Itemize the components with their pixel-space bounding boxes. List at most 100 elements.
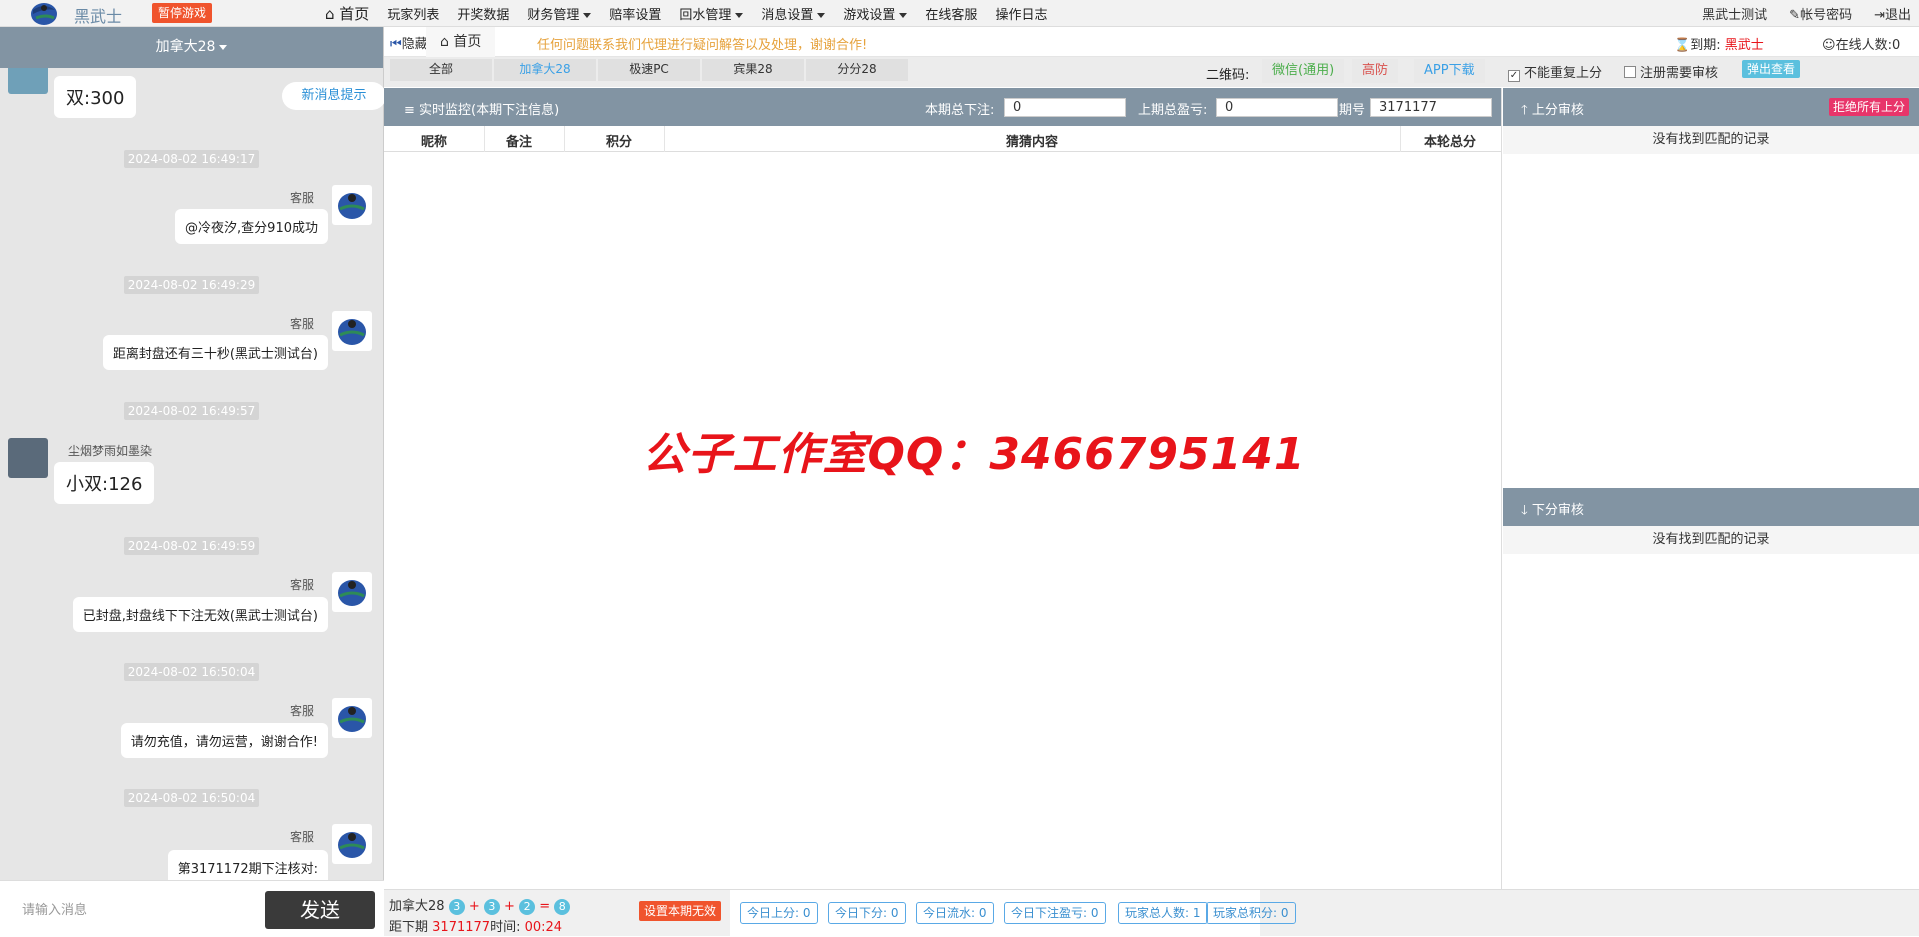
subtab-fenfen28[interactable]: 分分28 — [806, 59, 908, 81]
nav-odds-settings[interactable]: 赔率设置 — [600, 4, 670, 23]
message-sender: 客服 — [289, 191, 314, 205]
expire-info: ⌛到期: 黑武士 — [1674, 38, 1764, 53]
game-subtabs: 全部 加拿大28 极速PC 宾果28 分分28 二维码: 微信(通用) 高防 A… — [384, 57, 1919, 87]
new-message-tip-button[interactable]: 新消息提示 — [282, 82, 384, 110]
down-review-header: 🡓 下分审核 — [1503, 488, 1919, 526]
high-defense-button[interactable]: 高防 — [1352, 59, 1399, 83]
subtab-canada28[interactable]: 加拿大28 — [494, 59, 596, 81]
chat-message: 双:300 — [54, 76, 137, 118]
edit-icon: ✎ — [1789, 8, 1801, 23]
message-timestamp: 2024-08-02 16:49:59 — [124, 537, 259, 555]
tab-bar: ⏮隐藏 ⌂ 首页 任何问题联系我们代理进行疑问解答以及处理，谢谢合作! ⌛到期:… — [384, 27, 1919, 57]
brand-name: 黑武士 — [74, 7, 123, 26]
brand-logo — [28, 0, 60, 26]
avatar — [332, 311, 372, 351]
stat-today-profit[interactable]: 今日下注盈亏: 0 — [1004, 902, 1106, 924]
avatar — [8, 438, 48, 478]
arrow-up-icon: 🡑 — [1521, 103, 1532, 118]
nav-message-settings[interactable]: 消息设置 — [752, 4, 834, 23]
message-timestamp: 2024-08-02 16:49:57 — [124, 402, 259, 420]
game-selector[interactable]: 加拿大28 — [0, 27, 383, 68]
stat-total-points[interactable]: 玩家总积分: 0 — [1206, 902, 1296, 924]
chat-messages[interactable]: 双:300 新消息提示 2024-08-02 16:49:17 客服 @冷夜汐,… — [0, 68, 384, 880]
monitor-title: ≡ 实时监控(本期下注信息) — [404, 103, 560, 118]
avatar — [332, 572, 372, 612]
col-round-total[interactable]: 本轮总分 — [1402, 131, 1498, 150]
current-user[interactable]: 黑武士测试 — [1702, 4, 1767, 23]
send-button[interactable]: 发送 — [265, 891, 375, 929]
daily-stats: 今日上分: 0 今日下分: 0 今日流水: 0 今日下注盈亏: 0 玩家总人数:… — [730, 890, 1296, 937]
user-icon: ☺ — [1822, 38, 1836, 53]
col-nickname[interactable]: 昵称 — [414, 131, 454, 150]
avatar — [8, 68, 48, 94]
bet-table-header: 昵称 备注 积分 猜猜内容 本轮总分 — [384, 126, 1501, 152]
nav-online-service[interactable]: 在线客服 — [916, 4, 986, 23]
wechat-qr-button[interactable]: 微信(通用) — [1262, 59, 1345, 83]
down-review-empty: 没有找到匹配的记录 — [1503, 526, 1919, 554]
chat-panel: 加拿大28 双:300 新消息提示 2024-08-02 16:49:17 客服… — [0, 27, 384, 936]
arrow-down-icon: 🡓 — [1521, 503, 1532, 518]
set-period-invalid-button[interactable]: 设置本期无效 — [639, 901, 722, 921]
pause-game-button[interactable]: 暂停游戏 — [152, 3, 213, 23]
message-sender: 客服 — [289, 317, 314, 331]
stat-today-flow[interactable]: 今日流水: 0 — [916, 902, 994, 924]
nav-operation-log[interactable]: 操作日志 — [986, 4, 1056, 23]
message-sender: 客服 — [289, 830, 314, 844]
account-password-link[interactable]: ✎帐号密码 — [1789, 4, 1852, 23]
caret-down-icon — [219, 44, 228, 50]
total-bet-field[interactable]: 0 — [1004, 98, 1126, 117]
nav-lottery-data[interactable]: 开奖数据 — [448, 4, 518, 23]
logout-link[interactable]: ⇥退出 — [1874, 4, 1911, 23]
avatar — [332, 698, 372, 738]
nav-game-settings[interactable]: 游戏设置 — [834, 4, 916, 23]
stat-today-up[interactable]: 今日上分: 0 — [740, 902, 818, 924]
chat-message: 第3171172期下注核对: — [167, 850, 328, 880]
message-input[interactable]: 请输入消息 — [22, 899, 87, 918]
stat-today-down[interactable]: 今日下分: 0 — [828, 902, 906, 924]
message-timestamp: 2024-08-02 16:50:04 — [124, 789, 259, 807]
avatar — [332, 824, 372, 864]
monitor-panel: ≡ 实时监控(本期下注信息) 本期总下注: 0 上期总盈亏: 0 期号 3171… — [384, 88, 1502, 889]
no-repeat-checkbox[interactable]: ✓ 不能重复上分 — [1508, 62, 1602, 82]
message-input-row: 请输入消息 发送 — [0, 880, 384, 936]
subtab-all[interactable]: 全部 — [390, 59, 492, 81]
nav-rebate[interactable]: 回水管理 — [670, 4, 752, 23]
main-nav: ⌂ 首页 玩家列表 开奖数据 财务管理 赔率设置 回水管理 消息设置 游戏设置 … — [316, 0, 1056, 27]
message-timestamp: 2024-08-02 16:49:29 — [124, 276, 259, 294]
reject-all-button[interactable]: 拒绝所有上分 — [1828, 98, 1909, 116]
hide-sidebar-button[interactable]: ⏮隐藏 — [390, 33, 428, 52]
notice-text: 任何问题联系我们代理进行疑问解答以及处理，谢谢合作! — [537, 38, 868, 53]
qr-label: 二维码: — [1206, 68, 1250, 83]
col-remark[interactable]: 备注 — [494, 131, 544, 150]
app-download-button[interactable]: APP下载 — [1414, 59, 1485, 83]
monitor-header: ≡ 实时监控(本期下注信息) 本期总下注: 0 上期总盈亏: 0 期号 3171… — [384, 88, 1501, 126]
hourglass-icon: ⌛ — [1674, 38, 1691, 53]
chat-message: 已封盘,封盘线下下注无效(黑武士测试台) — [72, 597, 328, 632]
chat-message: 请勿充值，请勿运营，谢谢合作! — [120, 723, 328, 758]
nav-home[interactable]: ⌂ 首页 — [316, 3, 378, 24]
stat-total-players[interactable]: 玩家总人数: 1 — [1118, 902, 1208, 924]
collapse-icon: ⏮ — [390, 37, 402, 52]
nav-player-list[interactable]: 玩家列表 — [378, 4, 448, 23]
review-panel: 🡑 上分审核 拒绝所有上分 没有找到匹配的记录 🡓 下分审核 没有找到匹配的记录 — [1503, 88, 1919, 876]
online-count: ☺在线人数:0 — [1822, 38, 1901, 53]
last-profit-field[interactable]: 0 — [1216, 98, 1338, 117]
caret-down-icon — [583, 13, 592, 18]
tab-home[interactable]: ⌂ 首页 — [426, 27, 496, 57]
period-field[interactable]: 3171177 — [1370, 98, 1492, 117]
chat-message: 距离封盘还有三十秒(黑武士测试台) — [102, 335, 328, 370]
main-area: ⏮隐藏 ⌂ 首页 任何问题联系我们代理进行疑问解答以及处理，谢谢合作! ⌛到期:… — [384, 27, 1919, 937]
col-points[interactable]: 积分 — [574, 131, 664, 150]
home-icon: ⌂ — [325, 5, 340, 23]
top-bar: 黑武士 暂停游戏 ⌂ 首页 玩家列表 开奖数据 财务管理 赔率设置 回水管理 消… — [0, 0, 1919, 27]
message-timestamp: 2024-08-02 16:49:17 — [124, 150, 259, 168]
caret-down-icon — [735, 13, 744, 18]
col-bet-content[interactable]: 猜猜内容 — [664, 131, 1400, 150]
logout-icon: ⇥ — [1874, 8, 1885, 23]
subtab-bingo28[interactable]: 宾果28 — [702, 59, 804, 81]
popup-view-button[interactable]: 弹出查看 — [1742, 60, 1801, 78]
subtab-fast-pc[interactable]: 极速PC — [598, 59, 700, 81]
nav-finance[interactable]: 财务管理 — [518, 4, 600, 23]
chat-message: @冷夜汐,查分910成功 — [175, 209, 328, 244]
register-review-checkbox[interactable]: 注册需要审核 — [1624, 62, 1718, 81]
